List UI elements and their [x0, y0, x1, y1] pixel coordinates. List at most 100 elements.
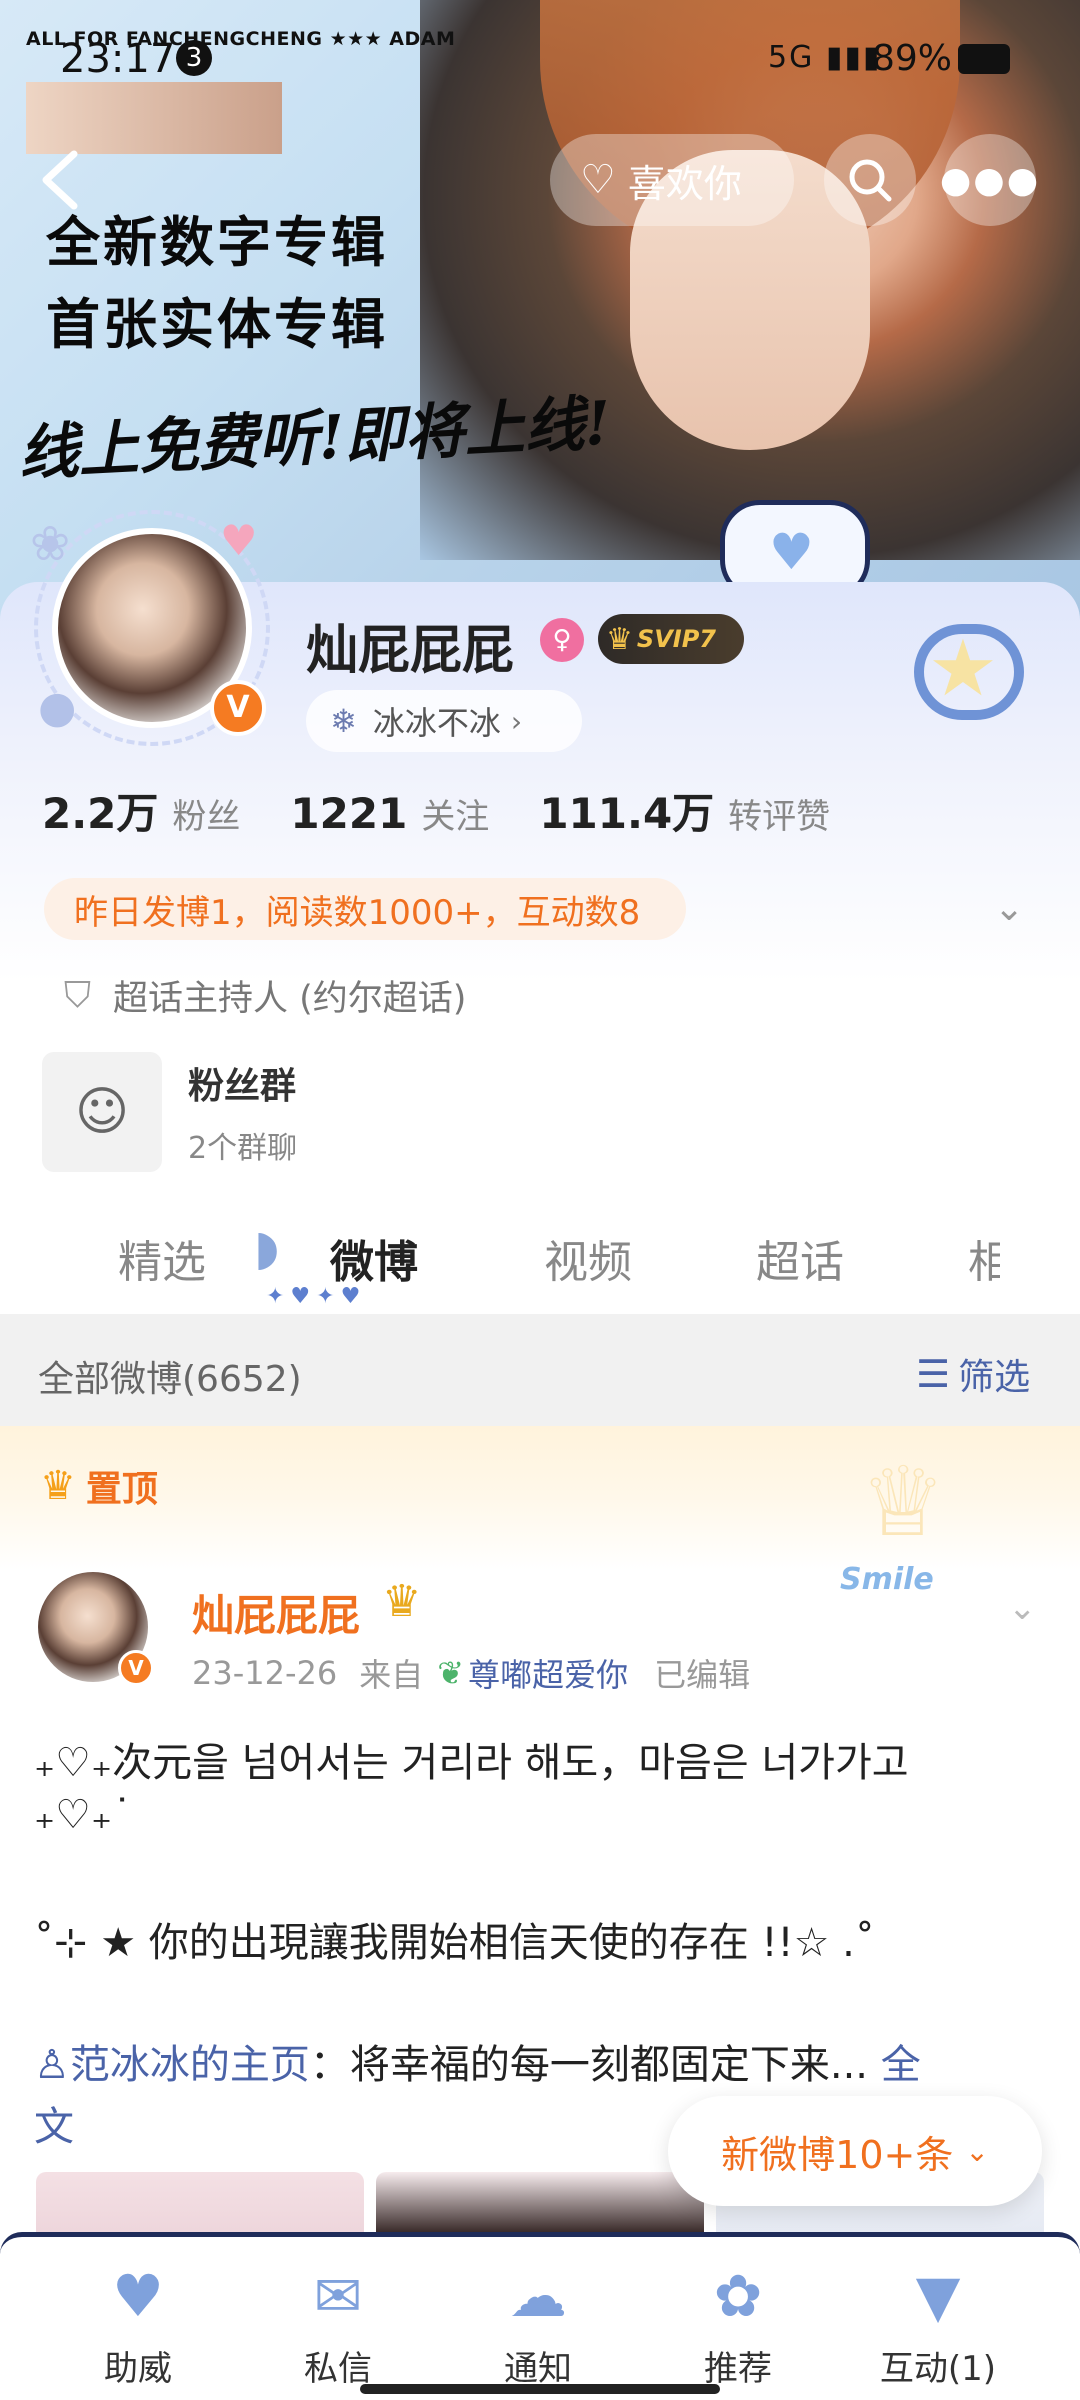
crown-icon: ♛ [382, 1576, 422, 1627]
group-users-icon: ☺ [42, 1052, 162, 1172]
full-text-link-2: 文 [34, 2104, 74, 2150]
pinned-text: 置顶 [85, 1469, 158, 1510]
avatar[interactable]: ❀ ♥ ● V [30, 510, 270, 746]
search-button[interactable] [824, 134, 916, 226]
female-gender-icon: ♀ [540, 618, 584, 662]
active-tab-indicator: ✦♥✦♥ [266, 1284, 367, 1309]
tab-video[interactable]: 视频 [544, 1226, 632, 1290]
all-posts-count[interactable]: 全部微博(6652) [38, 1350, 302, 1402]
filter-button[interactable]: ☰ 筛选 [916, 1348, 1030, 1400]
post-from-label: 来自 [359, 1656, 424, 1694]
chevron-right-icon: › [510, 704, 523, 738]
stat-number: 1221 [290, 789, 408, 838]
like-button[interactable]: ♡ 喜欢你 [550, 134, 794, 226]
nav-messages[interactable]: ✉ 私信 [258, 2257, 418, 2390]
post-image[interactable] [36, 2172, 364, 2232]
battery-icon [958, 44, 1010, 74]
stat-followers[interactable]: 2.2万 粉丝 [42, 780, 240, 841]
fan-group-pill[interactable]: ❄ 冰冰不冰 › [306, 690, 582, 752]
post-text-rest: ：将幸福的每一刻都固定下来... [309, 2042, 881, 2088]
mention-link[interactable]: ♙范冰冰的主页 [34, 2042, 310, 2088]
leaf-icon: ❦ [437, 1654, 465, 1692]
banner-thumbnail [26, 82, 282, 154]
fan-group-pill-label: 冰冰不冰 [372, 704, 501, 742]
filter-bar: 全部微博(6652) ☰ 筛选 [0, 1314, 1080, 1426]
filter-label: 筛选 [958, 1357, 1031, 1398]
super-topic-host-text: 超话主持人 (约尔超话) [113, 979, 467, 1019]
profile-username: 灿屁屁屁 [306, 621, 515, 681]
svip-badge[interactable]: ♛ SVIP7 [598, 614, 744, 664]
new-posts-button[interactable]: 新微博10+条 ⌄ [668, 2096, 1042, 2206]
nav-label: 助威 [104, 2349, 172, 2389]
stat-label: 转评赞 [728, 797, 831, 837]
tab-weibo[interactable]: 微博 [330, 1226, 418, 1290]
filter-icon: ☰ [916, 1352, 951, 1396]
stat-number: 111.4万 [539, 789, 715, 838]
ice-cream-icon: ▼ [915, 2262, 961, 2330]
winged-star-badge-icon[interactable]: ★ [884, 612, 1054, 732]
nav-label: 私信 [304, 2349, 372, 2389]
snowflake-icon: ❄ [330, 702, 357, 740]
search-icon [849, 159, 892, 202]
cloud-sun-icon: ☁ [509, 2262, 567, 2330]
chevron-down-icon[interactable]: ⌄ [1008, 1588, 1037, 1628]
tab-album[interactable]: 相 [968, 1226, 1000, 1290]
post-date: 23-12-26 [192, 1654, 338, 1692]
fan-group-title: 粉丝群 [188, 1066, 297, 1107]
more-button[interactable]: ●●● [940, 134, 1038, 226]
profile-stats: 2.2万 粉丝 1221 关注 111.4万 转评赞 [42, 780, 880, 841]
stat-number: 2.2万 [42, 789, 159, 838]
tab-featured[interactable]: 精选 [118, 1226, 206, 1290]
star-icon: ★ [928, 624, 998, 714]
bear-icon: ● [38, 682, 77, 733]
mention-link-text: 范冰冰的主页 [69, 2042, 310, 2088]
nav-recommend[interactable]: ✿ 推荐 [658, 2257, 818, 2390]
flower-icon: ✿ [713, 2262, 763, 2330]
post-text-line: ₊♡₊˙ [34, 1792, 133, 1838]
stat-label: 关注 [421, 797, 490, 837]
crown-outline-icon: ♕ [860, 1446, 947, 1558]
chevron-left-icon [42, 150, 78, 210]
stat-interactions[interactable]: 111.4万 转评赞 [539, 780, 830, 841]
post-source[interactable]: 尊嘟超爱你 [468, 1650, 628, 1696]
status-time: 23:17 [60, 36, 176, 82]
home-indicator[interactable] [360, 2384, 720, 2394]
post-image[interactable] [376, 2172, 704, 2232]
fan-group-card[interactable]: ☺ 粉丝群 2个群聊 [42, 1052, 297, 1172]
double-chevron-down-icon: ⌄ [965, 2134, 989, 2168]
nav-notifications[interactable]: ☁ 通知 [458, 2257, 618, 2390]
post-author-name[interactable]: 灿屁屁屁 [192, 1582, 360, 1643]
smile-sticker: Smile [840, 1562, 934, 1597]
new-posts-label: 新微博10+条 [721, 2132, 954, 2177]
nav-label: 通知 [504, 2349, 572, 2389]
full-text-link[interactable]: 全 [881, 2042, 921, 2088]
network-label: 5G [768, 40, 815, 75]
post-decoration: ♕ Smile [820, 1446, 1000, 1597]
post-text-line: ♙范冰冰的主页：将幸福的每一刻都固定下来... 全 [34, 2032, 921, 2090]
wing-icon: ◗ [254, 1220, 280, 1276]
stat-label: 粉丝 [172, 797, 241, 837]
bottom-navigation: ♥ 助威 ✉ 私信 ☁ 通知 ✿ 推荐 ▼ 互动(1) [0, 2232, 1080, 2400]
post-text-line: ₊♡₊次元을 넘어서는 거리라 해도，마음은 너가가고 [34, 1740, 909, 1786]
pinned-label: ♛ 置顶 [40, 1460, 158, 1512]
tab-super-topic[interactable]: 超话 [756, 1226, 844, 1290]
shield-check-icon: ⛉ [64, 974, 92, 1016]
nav-interactions[interactable]: ▼ 互动(1) [858, 2257, 1018, 2390]
post-author-avatar[interactable]: V [32, 1566, 154, 1688]
fan-group-subtitle: 2个群聊 [188, 1131, 298, 1166]
super-topic-host-row[interactable]: ⛉ 超话主持人 (约尔超话) [64, 970, 466, 1021]
stat-following[interactable]: 1221 关注 [290, 789, 489, 838]
notification-count-badge: 3 [176, 40, 212, 76]
post-edited-label: 已编辑 [654, 1656, 751, 1694]
chevron-down-icon[interactable]: ⌄ [994, 888, 1024, 929]
nav-cheer[interactable]: ♥ 助威 [58, 2257, 218, 2390]
post-meta: 23-12-26 来自 ❦ 尊嘟超爱你 已编辑 [192, 1650, 750, 1696]
activity-summary[interactable]: 昨日发博1，阅读数1000+，互动数8 [44, 878, 686, 940]
back-button[interactable] [34, 148, 88, 212]
like-button-label: 喜欢你 [627, 161, 742, 206]
heart-cloud-icon: ♥ [112, 2262, 164, 2330]
banner-headline-1: 全新数字专辑 [46, 211, 388, 274]
heart-icon: ♥ [220, 516, 258, 565]
profile-tabs: 精选 ◗ 微博 ✦♥✦♥ 视频 超话 相 [0, 1200, 1080, 1312]
full-text-link-continued[interactable]: 文 [34, 2094, 74, 2152]
